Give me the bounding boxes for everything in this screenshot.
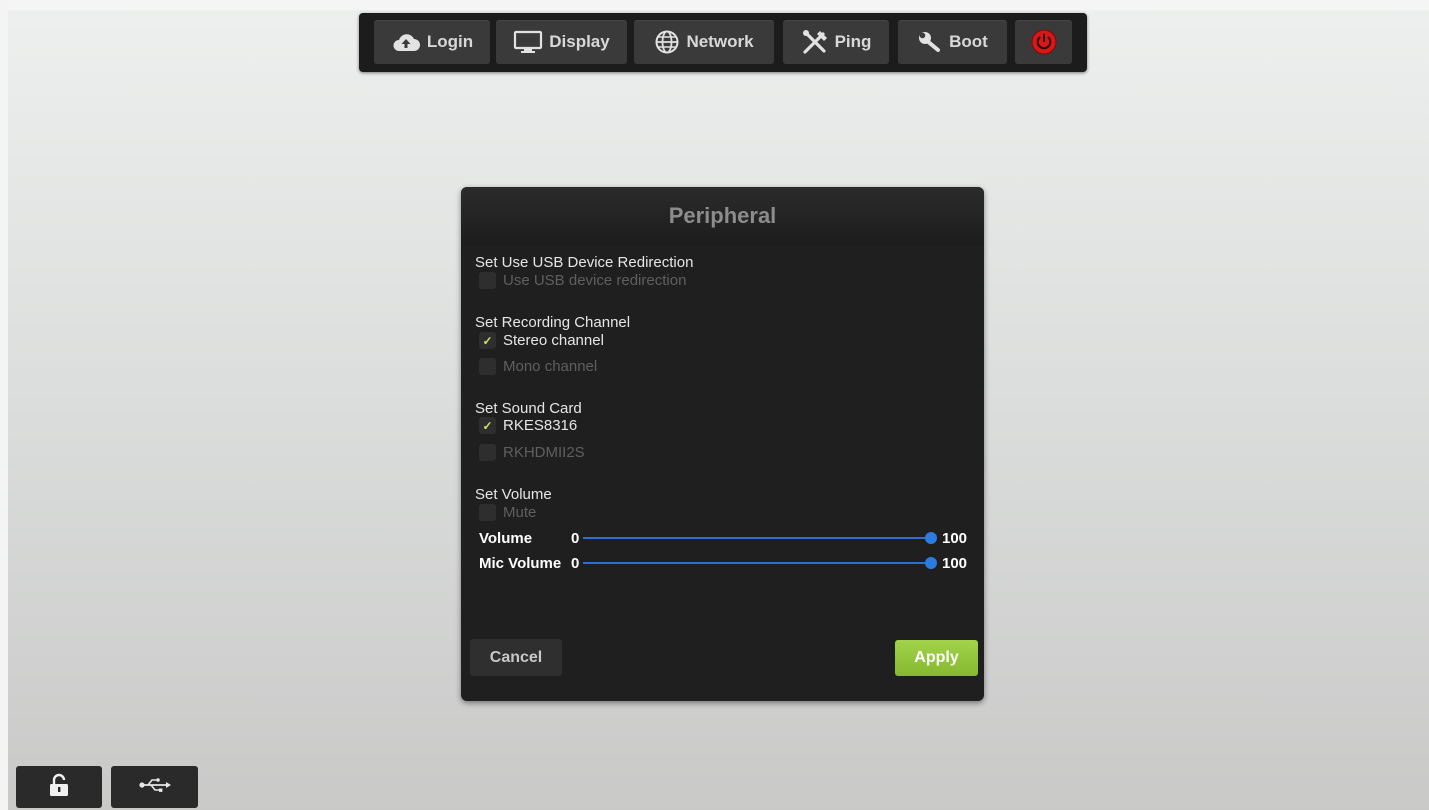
ping-label: Ping: [834, 32, 872, 51]
volume-slider-knob[interactable]: [925, 532, 937, 544]
mono-channel-label: Mono channel: [503, 358, 598, 375]
volume-min-value: 0: [571, 530, 580, 547]
mute-checkbox[interactable]: [479, 504, 496, 521]
mic-volume-min-value: 0: [571, 555, 580, 572]
network-label: Network: [686, 32, 754, 51]
ping-button[interactable]: Ping: [783, 20, 889, 64]
rkes8316-checkbox[interactable]: ✓: [479, 417, 496, 434]
boot-button[interactable]: Boot: [898, 20, 1007, 64]
usb-redirection-option[interactable]: Use USB device redirection: [479, 272, 686, 289]
rkes8316-option[interactable]: ✓ RKES8316: [479, 417, 577, 434]
globe-icon: [654, 29, 680, 55]
usb-section-title: Set Use USB Device Redirection: [475, 254, 694, 271]
power-icon: [1030, 28, 1058, 56]
network-button[interactable]: Network: [634, 20, 774, 64]
monitor-icon: [513, 30, 543, 54]
mono-channel-option[interactable]: Mono channel: [479, 358, 597, 375]
volume-slider-track[interactable]: [583, 537, 931, 539]
mic-volume-slider-label: Mic Volume: [479, 555, 562, 572]
volume-slider-label: Volume: [479, 530, 533, 547]
stereo-channel-checkbox[interactable]: ✓: [479, 332, 496, 349]
dialog-title: Peripheral: [668, 203, 777, 228]
sound-card-section-title: Set Sound Card: [475, 400, 582, 417]
apply-button[interactable]: Apply: [895, 640, 978, 676]
usb-icon: [138, 776, 172, 799]
mute-label: Mute: [503, 504, 537, 521]
volume-max-value: 100: [942, 530, 968, 547]
usb-redirection-label: Use USB device redirection: [503, 272, 687, 289]
display-label: Display: [549, 32, 610, 51]
cancel-button[interactable]: Cancel: [470, 639, 562, 676]
rkhdmii2s-option[interactable]: RKHDMII2S: [479, 444, 585, 461]
unlock-icon: [48, 773, 70, 802]
wrench-icon: [917, 30, 943, 54]
volume-section-title: Set Volume: [475, 486, 552, 503]
mono-channel-checkbox[interactable]: [479, 358, 496, 375]
dialog-header: Peripheral: [461, 187, 984, 245]
display-button[interactable]: Display: [496, 20, 627, 64]
login-label: Login: [426, 32, 474, 51]
window-left-edge: [0, 0, 8, 810]
usb-redirection-checkbox[interactable]: [479, 272, 496, 289]
stereo-channel-option[interactable]: ✓ Stereo channel: [479, 332, 604, 349]
mic-volume-slider-knob[interactable]: [925, 557, 937, 569]
rkes8316-label: RKES8316: [503, 417, 578, 434]
peripheral-dialog: Peripheral Set Use USB Device Redirectio…: [461, 187, 984, 701]
boot-label: Boot: [949, 32, 988, 51]
rkhdmii2s-checkbox[interactable]: [479, 444, 496, 461]
mute-option[interactable]: Mute: [479, 504, 536, 521]
recording-section-title: Set Recording Channel: [475, 314, 631, 331]
top-toolbar: Login Display Network Ping Boot: [359, 13, 1087, 72]
mic-volume-max-value: 100: [942, 555, 968, 572]
usb-button[interactable]: [111, 766, 198, 808]
login-button[interactable]: Login: [374, 20, 490, 64]
cloud-upload-icon: [391, 31, 421, 53]
stereo-channel-label: Stereo channel: [503, 332, 604, 349]
window-top-edge: [0, 0, 1429, 10]
lock-button[interactable]: [16, 766, 102, 808]
rkhdmii2s-label: RKHDMII2S: [503, 444, 585, 461]
power-button[interactable]: [1015, 20, 1072, 64]
mic-volume-slider-track[interactable]: [583, 562, 931, 564]
tools-icon: [801, 29, 829, 55]
